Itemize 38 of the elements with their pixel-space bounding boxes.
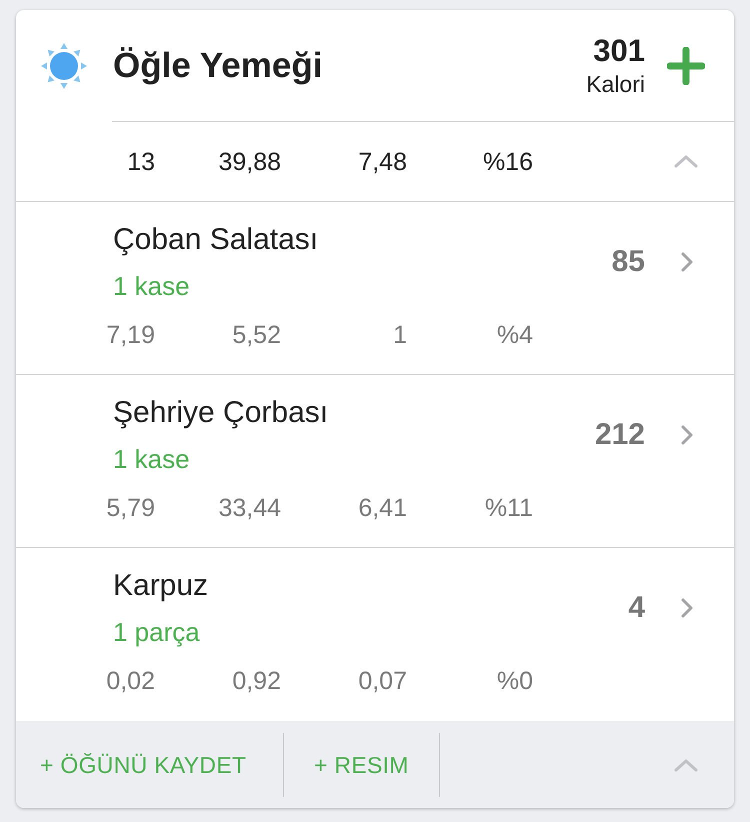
- macro-value: 1: [392, 320, 407, 351]
- total-value: 39,88: [217, 146, 281, 178]
- food-name: Karpuz: [113, 568, 208, 604]
- total-value: 7,48: [357, 146, 407, 178]
- chevron-up-icon[interactable]: [674, 758, 698, 772]
- macro-value: 0,07: [357, 666, 407, 697]
- macro-value: 0,92: [231, 666, 281, 697]
- macro-value: %0: [496, 666, 533, 697]
- macro-value: 7,19: [105, 320, 155, 351]
- sun-icon: [40, 42, 88, 90]
- total-value: 13: [126, 146, 155, 178]
- food-row[interactable]: Şehriye Çorbası 1 kase 5,79 33,44 6,41 %11 212: [16, 375, 734, 548]
- macro-value: 0,02: [105, 666, 155, 697]
- food-name: Çoban Salatası: [113, 222, 318, 258]
- food-calories: 85: [612, 245, 645, 279]
- chevron-up-icon[interactable]: [674, 154, 698, 169]
- total-value: %16: [482, 146, 533, 178]
- serving-size: 1 kase: [113, 270, 190, 303]
- macro-value: 6,41: [357, 493, 407, 524]
- food-calories: 212: [594, 418, 645, 452]
- total-calories: 301: [593, 33, 645, 69]
- food-name: Şehriye Çorbası: [113, 395, 328, 431]
- macro-value: 33,44: [217, 493, 281, 524]
- meal-title: Öğle Yemeği: [113, 44, 324, 86]
- macro-value: 5,52: [231, 320, 281, 351]
- calories-label: Kalori: [586, 70, 645, 98]
- macro-value: 5,79: [105, 493, 155, 524]
- chevron-right-icon[interactable]: [681, 598, 693, 618]
- chevron-right-icon[interactable]: [681, 252, 693, 272]
- food-calories: 4: [628, 591, 645, 625]
- add-icon[interactable]: [667, 46, 705, 84]
- macro-value: %4: [496, 320, 533, 351]
- macro-value: %11: [484, 493, 533, 524]
- serving-size: 1 kase: [113, 443, 190, 476]
- food-row[interactable]: Çoban Salatası 1 kase 7,19 5,52 1 %4 85: [16, 202, 734, 375]
- food-row[interactable]: Karpuz 1 parça 0,02 0,92 0,07 %0 4: [16, 548, 734, 721]
- chevron-right-icon[interactable]: [681, 425, 693, 445]
- serving-size: 1 parça: [113, 616, 200, 649]
